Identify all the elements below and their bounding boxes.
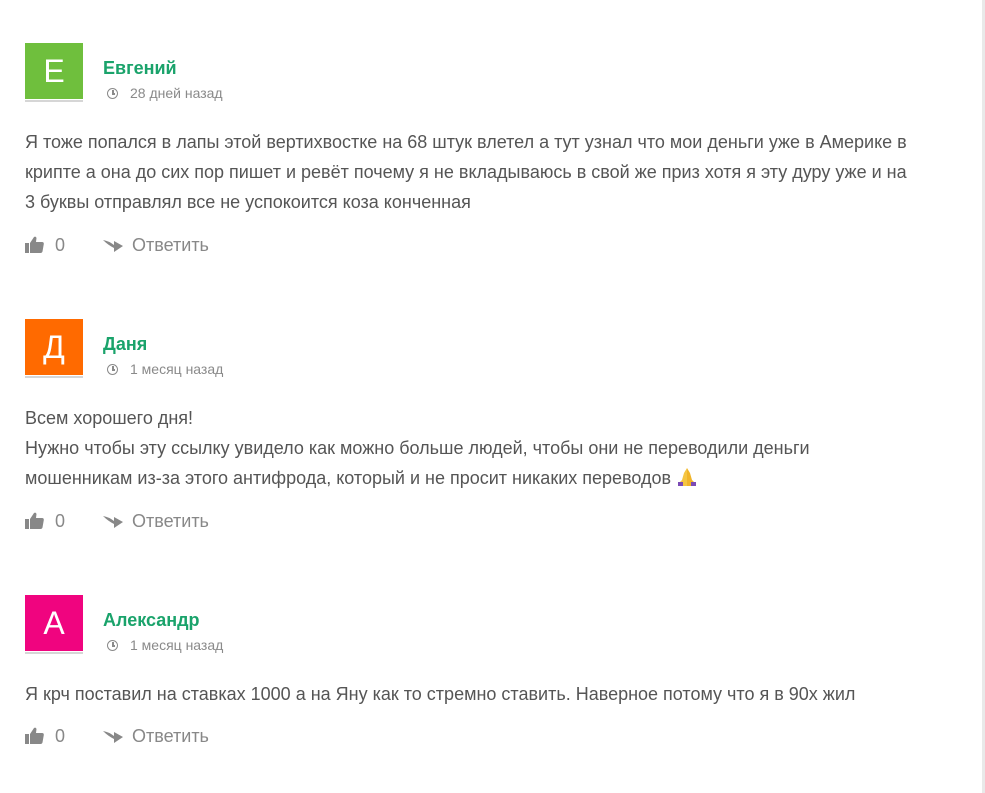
thumbs-up-icon <box>25 512 44 529</box>
reply-button[interactable]: Ответить <box>102 726 209 747</box>
comment-text-line: Я крч поставил на ставках 1000 а на Яну … <box>25 684 856 704</box>
avatar-underline <box>25 376 83 378</box>
like-button[interactable]: 0 <box>25 235 65 256</box>
comment-author[interactable]: Даня <box>103 334 147 355</box>
comment: Д Даня 1 месяц назад Всем хорошего дня! … <box>25 319 960 539</box>
comment-author[interactable]: Евгений <box>103 58 177 79</box>
comment-meta: 1 месяц назад <box>107 361 223 377</box>
comment-time: 1 месяц назад <box>130 361 224 377</box>
comment-text-line: Нужно чтобы эту ссылку увидело как можно… <box>25 438 810 458</box>
clock-icon <box>107 640 118 651</box>
like-button[interactable]: 0 <box>25 511 65 532</box>
comment-text-line: Я тоже попался в лапы этой вертихвостке … <box>25 132 907 152</box>
comment-time: 1 месяц назад <box>130 637 224 653</box>
avatar: Д <box>25 319 83 375</box>
avatar-letter: Д <box>43 329 65 365</box>
reply-button[interactable]: Ответить <box>102 511 209 532</box>
comment-text: Я тоже попался в лапы этой вертихвостке … <box>25 127 960 217</box>
thumbs-up-icon <box>25 727 44 744</box>
like-button[interactable]: 0 <box>25 726 65 747</box>
praying-hands-emoji <box>676 466 698 496</box>
reply-label: Ответить <box>132 235 209 255</box>
like-count: 0 <box>55 235 66 255</box>
clock-icon <box>107 364 118 375</box>
comment-text: Всем хорошего дня! Нужно чтобы эту ссылк… <box>25 403 960 496</box>
comment-text-line: мошенникам из-за этого антифрода, которы… <box>25 463 960 496</box>
avatar: А <box>25 595 83 651</box>
avatar-underline <box>25 100 83 102</box>
comment-author[interactable]: Александр <box>103 610 200 631</box>
comment-meta: 28 дней назад <box>107 85 223 101</box>
comment: Е Евгений 28 дней назад Я тоже попался в… <box>25 43 960 263</box>
avatar-letter: Е <box>43 53 65 89</box>
comment-text-line: Всем хорошего дня! <box>25 408 194 428</box>
comment-text-line: крипте а она до сих пор пишет и ревёт по… <box>25 162 907 182</box>
avatar-underline <box>25 652 83 654</box>
avatar: Е <box>25 43 83 99</box>
reply-label: Ответить <box>132 511 209 531</box>
thumbs-up-icon <box>25 236 44 253</box>
like-count: 0 <box>55 726 66 746</box>
reply-arrow-icon <box>103 240 123 252</box>
comment-time: 28 дней назад <box>130 85 223 101</box>
like-count: 0 <box>55 511 66 531</box>
reply-button[interactable]: Ответить <box>102 235 209 256</box>
comment-text-line: 3 буквы отправлял все не успокоится коза… <box>25 192 471 212</box>
avatar-letter: А <box>43 605 65 641</box>
clock-icon <box>107 88 118 99</box>
reply-label: Ответить <box>132 726 209 746</box>
comment: А Александр 1 месяц назад Я крч поставил… <box>25 595 960 765</box>
reply-arrow-icon <box>103 731 123 743</box>
comment-text: Я крч поставил на ставках 1000 а на Яну … <box>25 679 960 709</box>
comment-text-fragment: мошенникам из-за этого антифрода, которы… <box>25 468 672 488</box>
reply-arrow-icon <box>103 516 123 528</box>
comment-meta: 1 месяц назад <box>107 637 223 653</box>
